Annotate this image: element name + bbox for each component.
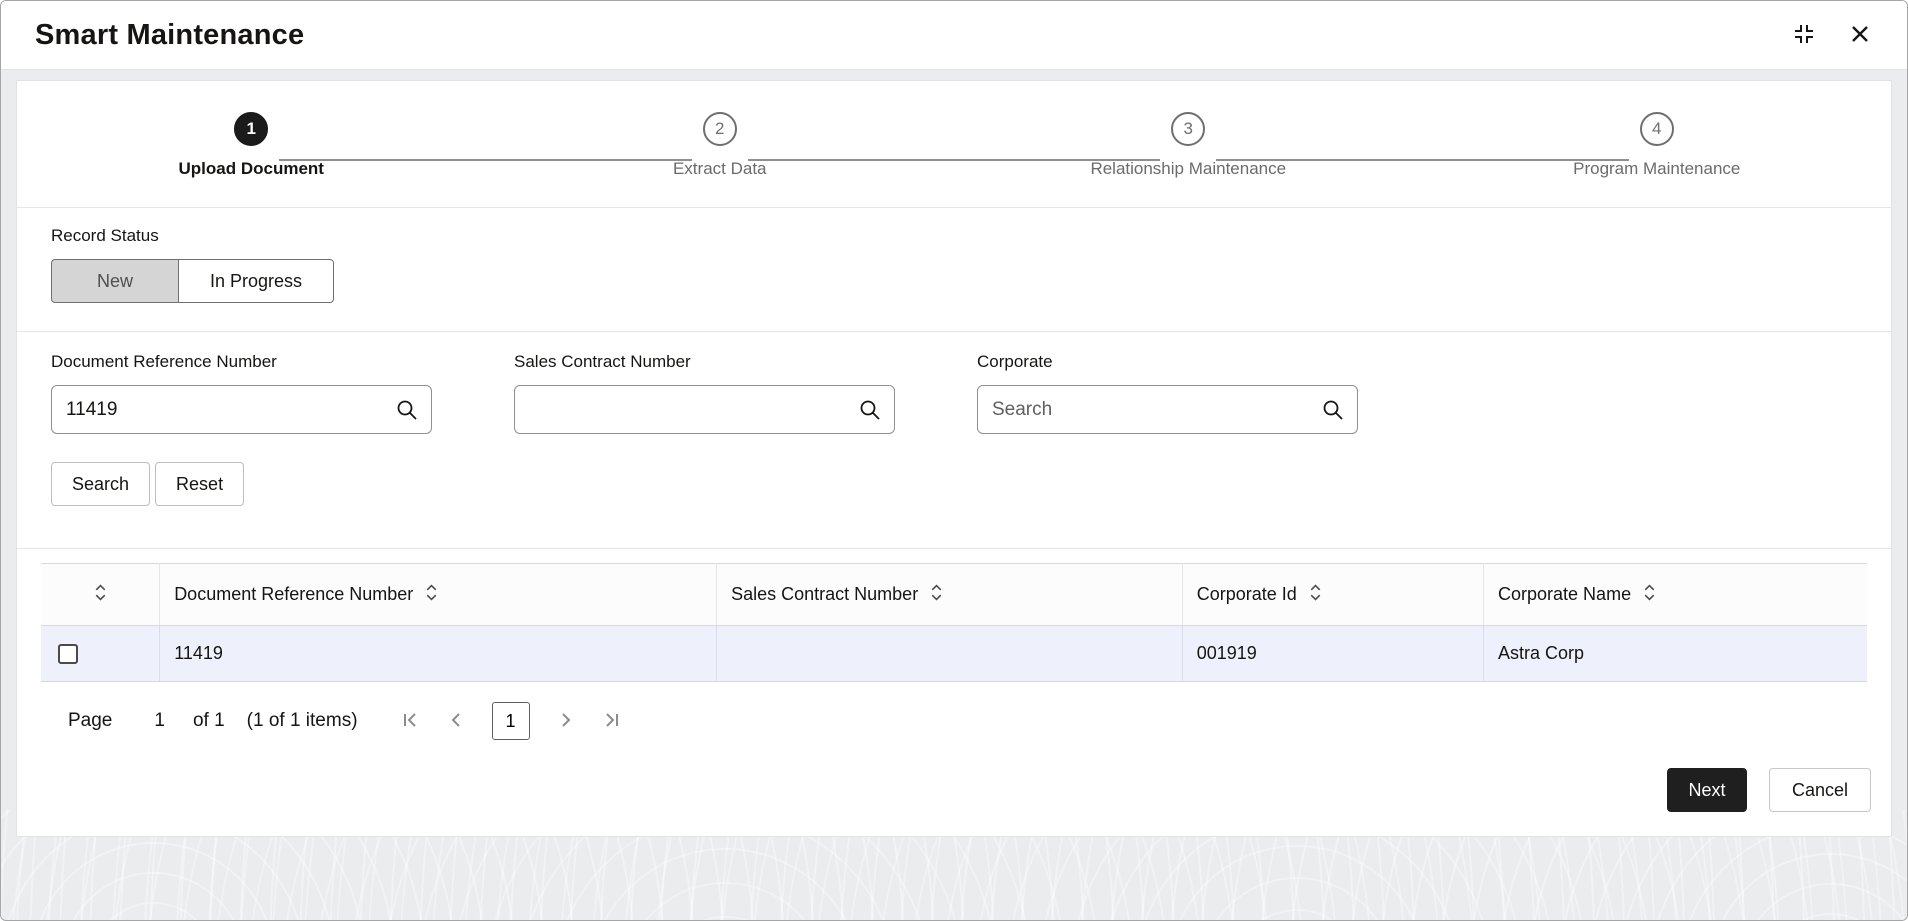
next-page-button[interactable]: [556, 710, 576, 733]
stepper-line: [486, 159, 692, 161]
doc-ref-label: Document Reference Number: [51, 352, 432, 372]
sort-icon[interactable]: [1309, 584, 1322, 606]
close-icon: [1849, 23, 1871, 48]
stepper-line: [1216, 159, 1422, 161]
page-of-label: of 1: [193, 710, 225, 732]
smart-maintenance-window: Smart Maintenance: [0, 0, 1908, 921]
header-corporate-name[interactable]: Corporate Name: [1484, 564, 1867, 626]
corporate-filter: Corporate: [977, 352, 1358, 434]
doc-ref-input-wrap: [51, 385, 432, 434]
sales-contract-filter: Sales Contract Number: [514, 352, 895, 434]
row-corporate-name-cell: Astra Corp: [1484, 626, 1867, 682]
cancel-button[interactable]: Cancel: [1769, 768, 1871, 812]
wizard-stepper: 1 Upload Document 2 Extract Data 3 Relat…: [17, 81, 1891, 208]
next-page-icon: [556, 710, 576, 733]
current-page-button[interactable]: 1: [492, 702, 530, 740]
sales-contract-input[interactable]: [515, 386, 894, 433]
sales-contract-input-wrap: [514, 385, 895, 434]
record-status-new-button[interactable]: New: [51, 259, 179, 303]
stepper-line: [748, 159, 954, 161]
search-button[interactable]: Search: [51, 462, 150, 506]
filter-actions: Search Reset: [51, 462, 1857, 548]
main-panel: 1 Upload Document 2 Extract Data 3 Relat…: [16, 80, 1892, 837]
step-upload-document[interactable]: 1 Upload Document: [17, 112, 486, 179]
sort-icon[interactable]: [425, 584, 438, 606]
step-circle-1: 1: [234, 112, 268, 146]
record-status-in-progress-button[interactable]: In Progress: [178, 259, 334, 303]
results-table-area: Document Reference Number Sales Con: [17, 549, 1891, 740]
record-status-section: Record Status New In Progress: [17, 208, 1891, 332]
step-extract-data[interactable]: 2 Extract Data: [486, 112, 955, 179]
step-relationship-maintenance[interactable]: 3 Relationship Maintenance: [954, 112, 1423, 179]
window-title: Smart Maintenance: [35, 19, 304, 52]
sort-icon[interactable]: [930, 584, 943, 606]
window-controls: [1791, 22, 1873, 48]
last-page-icon: [602, 710, 622, 733]
row-select-cell: [41, 626, 160, 682]
previous-page-button[interactable]: [446, 710, 466, 733]
table-row[interactable]: 11419 001919 Astra Corp: [41, 626, 1867, 682]
corporate-label: Corporate: [977, 352, 1358, 372]
first-page-icon: [400, 710, 420, 733]
header-select-column: [41, 564, 160, 626]
doc-ref-filter: Document Reference Number: [51, 352, 432, 434]
step-circle-4: 4: [1640, 112, 1674, 146]
filters-section: Document Reference Number Sales Contract…: [17, 332, 1891, 549]
current-page-value: 1: [154, 710, 165, 732]
sales-contract-search-icon[interactable]: [858, 398, 882, 427]
corporate-search-input[interactable]: [978, 386, 1357, 433]
row-corporate-id-cell: 001919: [1182, 626, 1483, 682]
doc-ref-input[interactable]: [52, 386, 431, 433]
step-label-2: Extract Data: [673, 159, 767, 179]
sales-contract-label: Sales Contract Number: [514, 352, 895, 372]
header-corporate-name-label: Corporate Name: [1498, 584, 1631, 605]
sort-icon[interactable]: [1643, 584, 1656, 606]
record-status-label: Record Status: [51, 226, 1857, 246]
titlebar: Smart Maintenance: [1, 1, 1907, 70]
header-sales-contract-label: Sales Contract Number: [731, 584, 918, 605]
filter-row: Document Reference Number Sales Contract…: [51, 352, 1857, 434]
header-doc-ref-label: Document Reference Number: [174, 584, 413, 605]
next-button[interactable]: Next: [1667, 768, 1747, 812]
previous-page-icon: [446, 710, 466, 733]
pagination-controls: 1: [400, 702, 622, 740]
sort-icon[interactable]: [94, 584, 107, 606]
header-corporate-id-label: Corporate Id: [1197, 584, 1297, 605]
close-window-button[interactable]: [1847, 22, 1873, 48]
step-circle-2: 2: [703, 112, 737, 146]
header-doc-ref[interactable]: Document Reference Number: [160, 564, 717, 626]
last-page-button[interactable]: [602, 710, 622, 733]
page-label: Page: [68, 710, 112, 732]
restore-icon: [1792, 22, 1816, 49]
corporate-input-wrap: [977, 385, 1358, 434]
step-label-4: Program Maintenance: [1573, 159, 1740, 179]
reset-button[interactable]: Reset: [155, 462, 244, 506]
step-circle-3: 3: [1171, 112, 1205, 146]
stepper-line: [1423, 159, 1629, 161]
pagination-bar: Page 1 of 1 (1 of 1 items): [68, 702, 1867, 740]
header-sales-contract[interactable]: Sales Contract Number: [717, 564, 1183, 626]
step-label-3: Relationship Maintenance: [1090, 159, 1286, 179]
header-corporate-id[interactable]: Corporate Id: [1182, 564, 1483, 626]
row-sales-contract-cell: [717, 626, 1183, 682]
table-header-row: Document Reference Number Sales Con: [41, 564, 1867, 626]
row-checkbox[interactable]: [58, 644, 78, 664]
stepper-line: [954, 159, 1160, 161]
step-label-1: Upload Document: [179, 159, 324, 179]
items-summary: (1 of 1 items): [247, 710, 358, 732]
record-status-toggle: New In Progress: [51, 259, 334, 303]
first-page-button[interactable]: [400, 710, 420, 733]
stepper-line: [279, 159, 485, 161]
results-table: Document Reference Number Sales Con: [41, 563, 1867, 682]
doc-ref-search-icon[interactable]: [395, 398, 419, 427]
row-doc-ref-cell: 11419: [160, 626, 717, 682]
restore-window-button[interactable]: [1791, 22, 1817, 48]
step-program-maintenance[interactable]: 4 Program Maintenance: [1423, 112, 1892, 179]
corporate-search-icon[interactable]: [1321, 398, 1345, 427]
footer-actions: Next Cancel: [17, 740, 1891, 836]
